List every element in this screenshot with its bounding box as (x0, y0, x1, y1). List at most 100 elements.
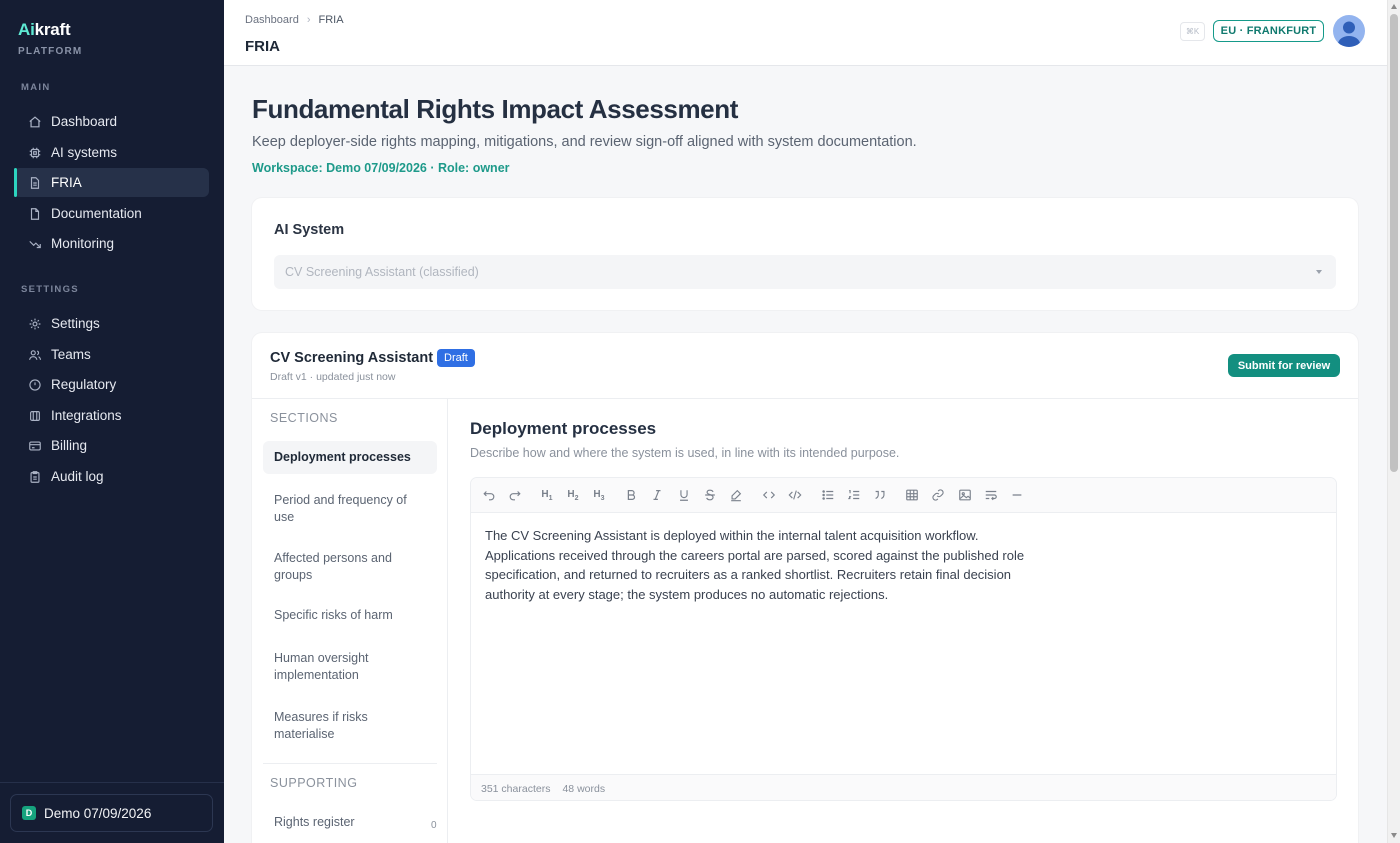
character-count: 351 characters (481, 782, 551, 795)
ordered-list-icon[interactable] (845, 486, 863, 504)
status-badge: Draft (437, 349, 475, 367)
wrap-text-icon[interactable] (982, 486, 1000, 504)
heading-2-icon[interactable]: H2 (564, 486, 582, 504)
cpu-icon (28, 146, 42, 160)
ai-system-card: AI System CV Screening Assistant (classi… (252, 198, 1358, 310)
italic-icon[interactable] (648, 486, 666, 504)
redo-icon[interactable] (506, 486, 524, 504)
word-count: 48 words (562, 782, 606, 795)
rights-register-count: 0 (431, 820, 437, 831)
brand-logo-accent: Ai (18, 20, 35, 39)
users-icon (28, 348, 42, 362)
sidebar-divider (0, 782, 224, 783)
ai-system-selected-value: CV Screening Assistant (classified) (285, 265, 479, 279)
brand-logo-text: kraft (34, 20, 71, 39)
clock-icon (28, 378, 42, 392)
editor-content[interactable]: The CV Screening Assistant is deployed w… (485, 526, 1030, 604)
sections-nav: SECTIONS Deployment processes Period and… (252, 399, 448, 843)
sidebar-item-settings[interactable]: Settings (14, 309, 209, 338)
brand-subtitle: PLATFORM (18, 46, 83, 57)
editor-toolbar: H1 H2 H3 (471, 478, 1336, 513)
page-title: Fundamental Rights Impact Assessment (252, 94, 738, 124)
sidebar-item-monitoring[interactable]: Monitoring (14, 229, 209, 258)
breadcrumb-current: FRIA (318, 14, 344, 26)
document-icon (28, 207, 42, 221)
sidebar-item-billing[interactable]: Billing (14, 431, 209, 460)
brand-logo[interactable]: Aikraft (18, 20, 71, 40)
image-icon[interactable] (956, 486, 974, 504)
underline-icon[interactable] (675, 486, 693, 504)
sidebar-item-label: Billing (51, 438, 88, 453)
gear-icon (28, 317, 42, 331)
ai-system-label: AI System (274, 222, 345, 238)
rights-register-label: Rights register (274, 815, 355, 829)
sidebar-item-label: Integrations (51, 408, 122, 423)
nav-section-main: MAIN (21, 82, 51, 93)
code-icon[interactable] (760, 486, 778, 504)
link-icon[interactable] (929, 486, 947, 504)
sidebar-item-teams[interactable]: Teams (14, 340, 209, 369)
trend-down-icon (28, 237, 42, 251)
section-item-period-frequency[interactable]: Period and frequency of use (263, 490, 437, 528)
heading-3-icon[interactable]: H3 (590, 486, 608, 504)
workspace-badge: D (22, 806, 36, 820)
sidebar-item-label: Regulatory (51, 377, 117, 392)
heading-1-icon[interactable]: H1 (538, 486, 556, 504)
scroll-thumb[interactable] (1390, 14, 1398, 472)
sidebar-item-label: Dashboard (51, 114, 118, 129)
command-shortcut[interactable]: ⌘K (1180, 22, 1205, 41)
bold-icon[interactable] (622, 486, 640, 504)
chevron-down-icon (1316, 270, 1322, 274)
ai-system-select[interactable]: CV Screening Assistant (classified) (274, 255, 1336, 289)
nav-section-settings: SETTINGS (21, 284, 79, 295)
sidebar-item-label: Audit log (51, 469, 104, 484)
highlight-icon[interactable] (727, 486, 745, 504)
plug-icon (28, 409, 42, 423)
page-scrollbar[interactable] (1387, 0, 1400, 843)
strikethrough-icon[interactable] (701, 486, 719, 504)
avatar[interactable] (1333, 15, 1365, 47)
sidebar-item-documentation[interactable]: Documentation (14, 199, 209, 228)
page-subtitle: Keep deployer-side rights mapping, mitig… (252, 134, 917, 150)
horizontal-rule-icon[interactable] (1008, 486, 1026, 504)
scroll-down-icon[interactable] (1391, 833, 1397, 838)
card-icon (28, 439, 42, 453)
breadcrumb-dashboard[interactable]: Dashboard (245, 14, 299, 26)
sidebar-item-dashboard[interactable]: Dashboard (14, 107, 209, 136)
user-icon (1338, 21, 1360, 47)
table-icon[interactable] (903, 486, 921, 504)
blockquote-icon[interactable] (871, 486, 889, 504)
sidebar-item-ai-systems[interactable]: AI systems (14, 138, 209, 167)
section-item-affected-persons[interactable]: Affected persons and groups (263, 548, 437, 586)
sidebar-item-integrations[interactable]: Integrations (14, 401, 209, 430)
breadcrumb: Dashboard › FRIA (245, 14, 344, 26)
sidebar: Aikraft PLATFORM MAIN Dashboard AI syste… (0, 0, 224, 843)
undo-icon[interactable] (480, 486, 498, 504)
file-icon (28, 176, 42, 190)
sidebar-item-label: FRIA (51, 175, 82, 190)
section-item-human-oversight[interactable]: Human oversight implementation (263, 648, 437, 686)
sidebar-item-label: Teams (51, 347, 91, 362)
section-item-specific-risks[interactable]: Specific risks of harm (263, 599, 437, 632)
sidebar-item-regulatory[interactable]: Regulatory (14, 370, 209, 399)
sidebar-item-label: Monitoring (51, 236, 115, 251)
sections-divider (263, 763, 437, 764)
section-item-deployment-processes[interactable]: Deployment processes (263, 441, 437, 474)
rich-text-editor[interactable]: H1 H2 H3 The CV Screening Assistant is d… (470, 477, 1337, 801)
supporting-label: SUPPORTING (270, 776, 358, 790)
bullet-list-icon[interactable] (819, 486, 837, 504)
section-item-rights-register[interactable]: Rights register 0 (263, 806, 437, 839)
submit-for-review-button[interactable]: Submit for review (1228, 354, 1340, 377)
section-item-risk-measures[interactable]: Measures if risks materialise (263, 707, 437, 745)
scroll-up-icon[interactable] (1391, 4, 1397, 9)
workspace-name: Demo 07/09/2026 (44, 805, 152, 821)
code-block-icon[interactable] (786, 486, 804, 504)
sidebar-item-fria[interactable]: FRIA (14, 168, 209, 197)
sidebar-item-audit-log[interactable]: Audit log (14, 462, 209, 491)
section-title: Deployment processes (470, 419, 657, 438)
topbar: Dashboard › FRIA FRIA ⌘K EU · FRANKFURT (224, 0, 1387, 66)
region-badge[interactable]: EU · FRANKFURT (1213, 20, 1324, 42)
assessment-version: Draft v1 · updated just now (270, 371, 396, 383)
sidebar-item-label: Documentation (51, 206, 142, 221)
workspace-switcher[interactable]: D Demo 07/09/2026 (10, 794, 213, 832)
